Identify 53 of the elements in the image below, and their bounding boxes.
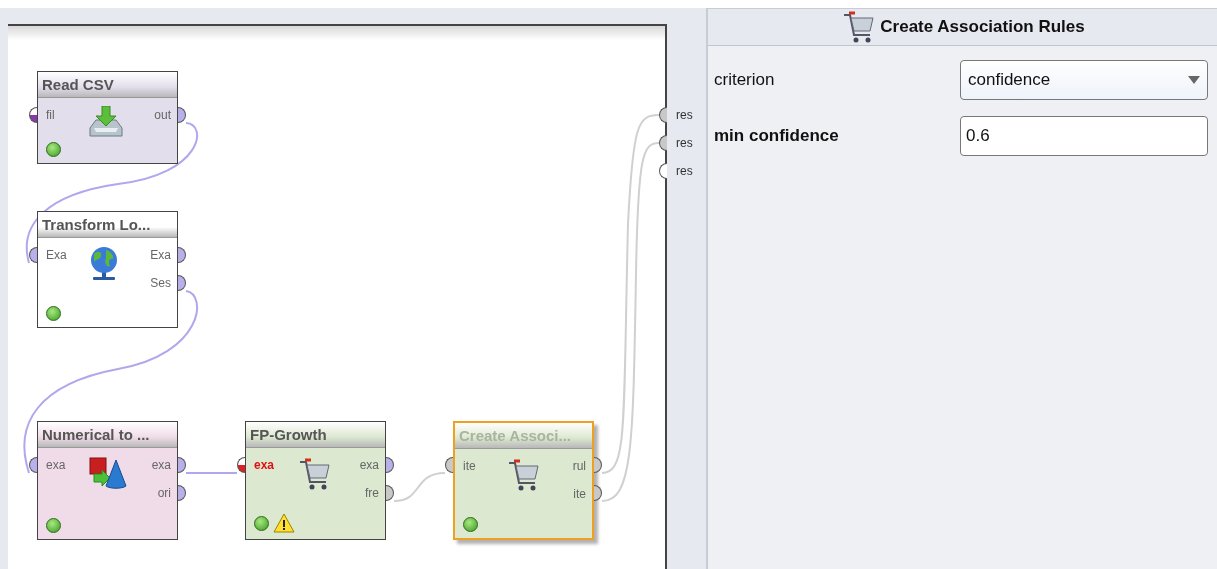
globe-icon	[88, 246, 120, 282]
port[interactable]	[178, 275, 186, 291]
parameter-label: criterion	[714, 69, 776, 92]
port-label: fre	[365, 485, 379, 501]
port-label: out	[154, 107, 171, 123]
operator-node[interactable]: Numerical to ... exa exa ori	[37, 421, 178, 540]
port[interactable]	[386, 485, 394, 501]
node-title: Read CSV	[38, 72, 177, 98]
node-title: Create Associ...	[455, 423, 592, 449]
port-label: exa	[46, 457, 66, 473]
port-label: res	[676, 107, 693, 123]
port-label: Ses	[150, 275, 171, 291]
port[interactable]	[659, 163, 667, 179]
port[interactable]	[178, 107, 186, 123]
port-label: Exa	[150, 247, 171, 263]
operator-node[interactable]: Create Associ... ite rul ite	[453, 421, 594, 540]
panel-title: Create Association Rules	[880, 16, 1085, 39]
port-label: res	[676, 163, 693, 179]
criterion-dropdown[interactable]: confidence	[960, 60, 1208, 100]
parameter-label: min confidence	[714, 125, 840, 148]
port-label: Exa	[46, 247, 67, 263]
port[interactable]	[659, 135, 667, 151]
port-label: rul	[572, 458, 586, 474]
operator-node[interactable]: FP-Growth exa exa fre	[245, 421, 386, 540]
port-label: fil	[46, 107, 55, 123]
port-label: exa	[151, 457, 171, 473]
node-title: Numerical to ...	[38, 422, 177, 448]
shapes-icon	[88, 456, 128, 490]
port[interactable]	[594, 485, 602, 501]
connection-wire	[393, 472, 446, 502]
operator-node[interactable]: Transform Lo... Exa Exa Ses	[37, 211, 178, 328]
port[interactable]	[659, 107, 667, 123]
node-title: FP-Growth	[246, 422, 385, 448]
caret-icon	[1188, 76, 1200, 84]
port[interactable]	[178, 247, 186, 263]
port[interactable]	[178, 485, 186, 501]
download-tray-icon	[88, 106, 124, 140]
port[interactable]	[29, 247, 37, 263]
port[interactable]	[386, 457, 394, 473]
port-label: res	[676, 135, 693, 151]
input-field[interactable]: 0.6	[960, 116, 1208, 156]
port-label: ite	[573, 486, 586, 502]
operator-node[interactable]: Read CSV fil out	[37, 71, 178, 164]
port-label: ite	[463, 458, 476, 474]
port[interactable]	[237, 457, 245, 473]
port[interactable]	[594, 457, 602, 473]
port[interactable]	[178, 457, 186, 473]
port[interactable]	[29, 107, 37, 123]
port[interactable]	[445, 457, 453, 473]
port-label: exa	[254, 457, 275, 473]
port[interactable]	[29, 457, 37, 473]
port-label: ori	[157, 485, 171, 501]
port-label: exa	[359, 457, 379, 473]
